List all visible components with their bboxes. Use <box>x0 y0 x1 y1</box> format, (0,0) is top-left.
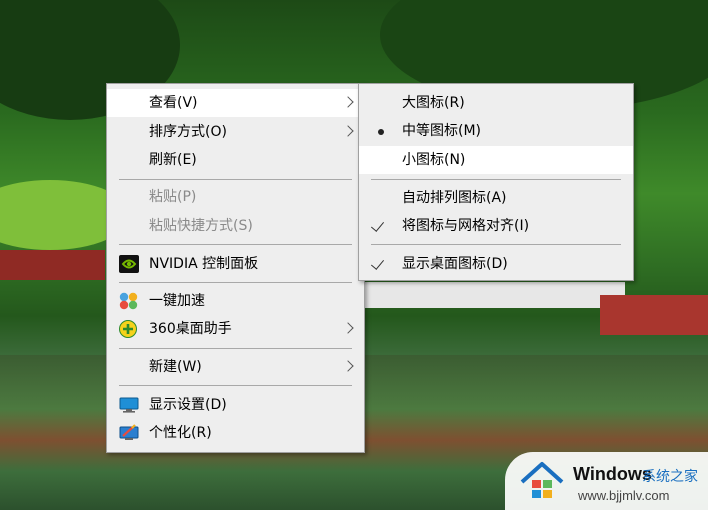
menu-item-label: 排序方式(O) <box>149 124 227 140</box>
menu-item-label: 粘贴(P) <box>149 189 197 205</box>
menu-item-label: NVIDIA 控制面板 <box>149 256 259 272</box>
speed-up-icon <box>119 292 139 310</box>
submenu-item-auto-arrange[interactable]: 自动排列图标(A) <box>359 184 633 212</box>
menu-item-label: 中等图标(M) <box>402 123 482 139</box>
menu-item-label: 一键加速 <box>149 293 205 309</box>
menu-item-label: 查看(V) <box>149 95 198 111</box>
checkmark-icon <box>370 218 385 232</box>
menu-item-label: 显示桌面图标(D) <box>402 256 508 272</box>
watermark-brand-suffix: 系统之家 <box>642 469 698 485</box>
menu-item-new[interactable]: 新建(W) <box>107 353 364 381</box>
chevron-right-icon <box>342 322 354 334</box>
menu-separator <box>119 179 352 180</box>
360-helper-icon <box>119 320 139 338</box>
monitor-icon <box>119 396 139 414</box>
submenu-item-align-to-grid[interactable]: 将图标与网格对齐(I) <box>359 212 633 240</box>
chevron-right-icon <box>342 360 354 372</box>
menu-item-refresh[interactable]: 刷新(E) <box>107 146 364 174</box>
menu-item-label: 新建(W) <box>149 359 202 375</box>
menu-item-label: 刷新(E) <box>149 152 197 168</box>
menu-item-label: 个性化(R) <box>149 425 212 441</box>
menu-item-label: 显示设置(D) <box>149 397 227 413</box>
wallpaper-village <box>365 282 625 308</box>
menu-item-personalize[interactable]: 个性化(R) <box>107 419 364 447</box>
menu-separator <box>119 348 352 349</box>
radio-bullet-icon <box>378 129 384 135</box>
submenu-item-show-desktop-icons[interactable]: 显示桌面图标(D) <box>359 250 633 278</box>
desktop-context-menu: 查看(V) 排序方式(O) 刷新(E) 粘贴(P) 粘贴快捷方式(S) NVID… <box>106 83 365 453</box>
menu-item-paste[interactable]: 粘贴(P) <box>107 183 364 211</box>
house-logo-icon <box>519 460 565 506</box>
view-submenu: 大图标(R) 中等图标(M) 小图标(N) 自动排列图标(A) 将图标与网格对齐… <box>358 83 634 281</box>
menu-item-paste-shortcut[interactable]: 粘贴快捷方式(S) <box>107 212 364 240</box>
menu-separator <box>371 179 621 180</box>
menu-item-label: 将图标与网格对齐(I) <box>402 218 530 234</box>
menu-item-nvidia-control-panel[interactable]: NVIDIA 控制面板 <box>107 250 364 278</box>
submenu-item-small-icons[interactable]: 小图标(N) <box>359 146 633 174</box>
checkmark-icon <box>370 256 385 270</box>
personalize-icon <box>119 424 139 442</box>
wallpaper-house <box>0 250 105 280</box>
menu-item-sort-by[interactable]: 排序方式(O) <box>107 118 364 146</box>
menu-item-label: 小图标(N) <box>402 152 466 168</box>
menu-separator <box>119 282 352 283</box>
nvidia-icon <box>119 255 139 273</box>
submenu-item-large-icons[interactable]: 大图标(R) <box>359 89 633 117</box>
watermark-url: www.bjjmlv.com <box>578 488 670 503</box>
menu-item-label: 自动排列图标(A) <box>402 190 507 206</box>
watermark-brand: Windows <box>573 464 652 484</box>
menu-item-speed-up[interactable]: 一键加速 <box>107 287 364 315</box>
menu-item-label: 大图标(R) <box>402 95 465 111</box>
chevron-right-icon <box>342 125 354 137</box>
menu-item-360-desktop-helper[interactable]: 360桌面助手 <box>107 315 364 343</box>
menu-separator <box>119 385 352 386</box>
chevron-right-icon <box>342 96 354 108</box>
wallpaper-house <box>600 295 708 335</box>
menu-item-view[interactable]: 查看(V) <box>107 89 364 117</box>
menu-item-label: 360桌面助手 <box>149 321 232 337</box>
menu-item-display-settings[interactable]: 显示设置(D) <box>107 391 364 419</box>
site-watermark: Windows 系统之家 www.bjjmlv.com <box>505 452 708 510</box>
menu-separator <box>371 244 621 245</box>
menu-separator <box>119 244 352 245</box>
submenu-item-medium-icons[interactable]: 中等图标(M) <box>359 117 633 145</box>
menu-item-label: 粘贴快捷方式(S) <box>149 218 253 234</box>
